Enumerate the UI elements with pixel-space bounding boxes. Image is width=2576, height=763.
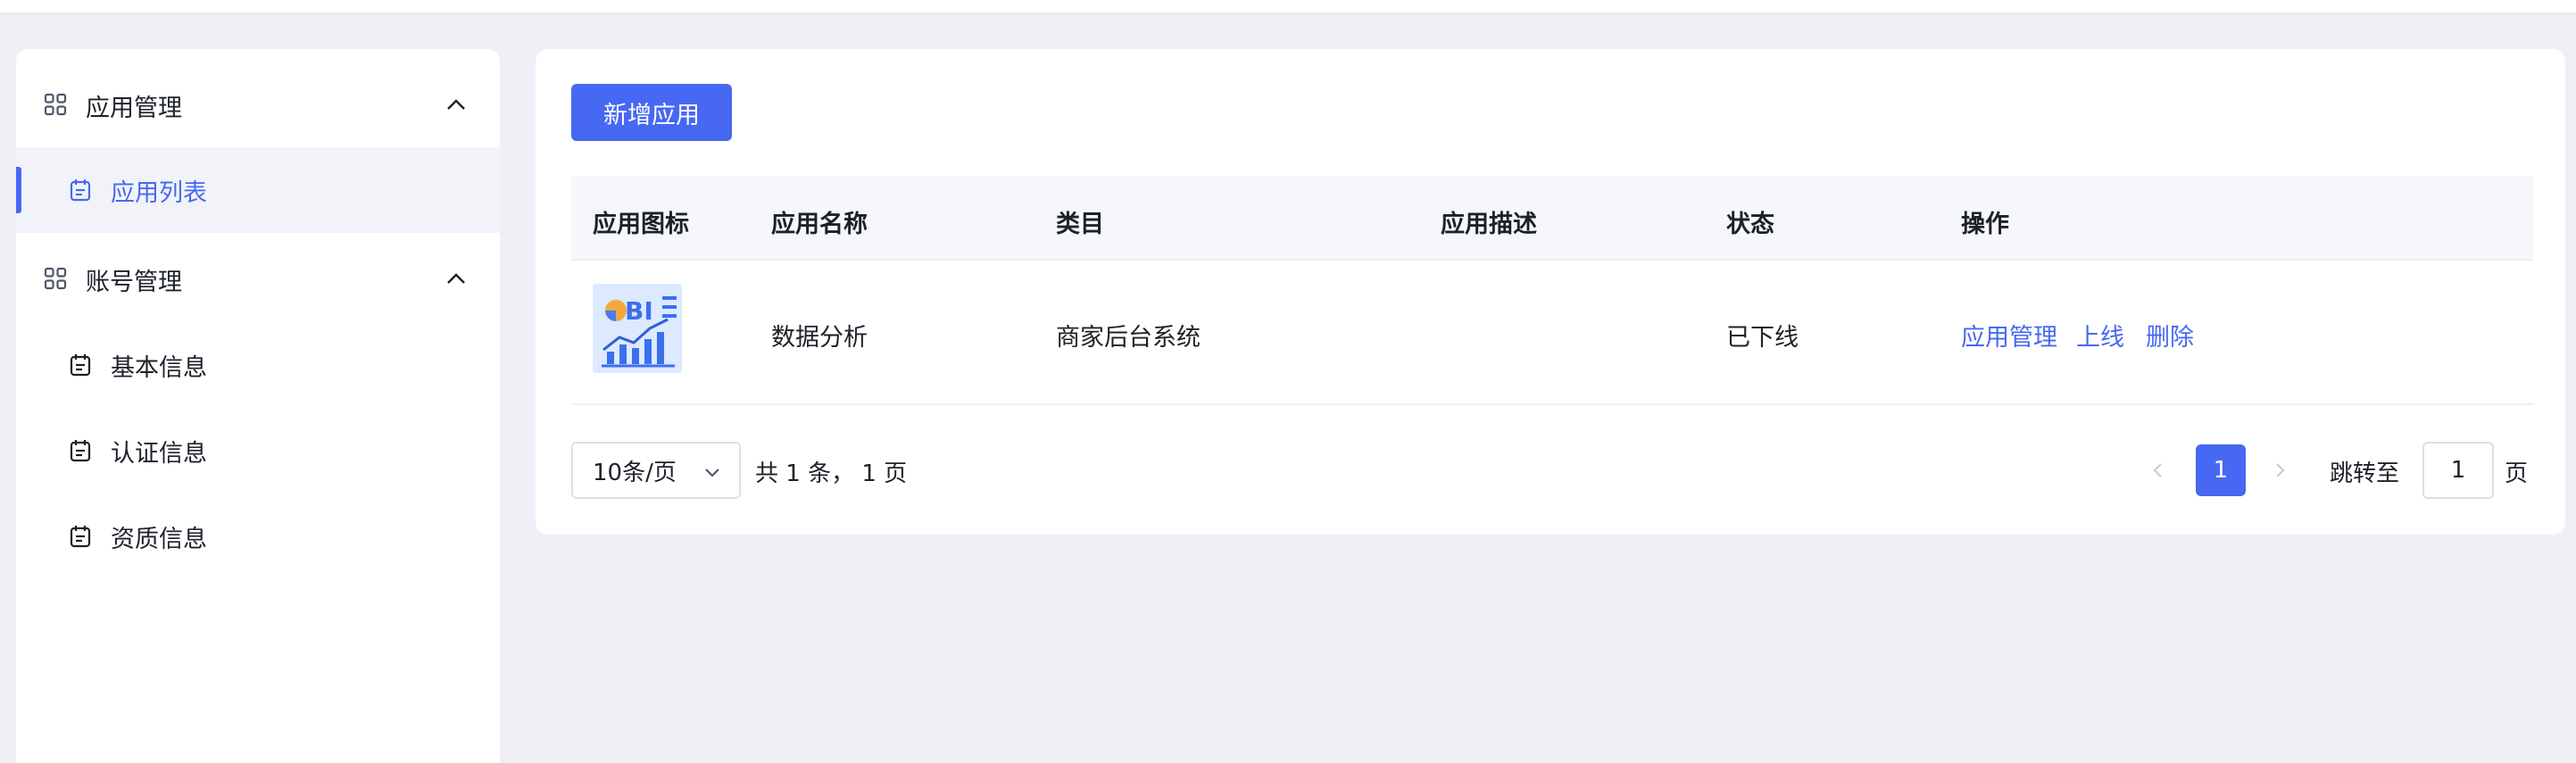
column-header-status: 状态 xyxy=(1726,211,1774,238)
page-size-value: 10条/页 xyxy=(593,459,677,486)
status-text: 已下线 xyxy=(1726,324,1799,352)
jump-to-page-input[interactable] xyxy=(2422,442,2494,499)
column-header-name: 应用名称 xyxy=(771,211,868,238)
active-indicator xyxy=(16,167,21,213)
delete-link[interactable]: 删除 xyxy=(2146,318,2194,352)
app-icon-label: BI xyxy=(625,296,653,326)
column-header-icon: 应用图标 xyxy=(593,211,689,238)
calendar-icon xyxy=(70,354,91,377)
sidebar-item-app-list[interactable]: 应用列表 xyxy=(16,147,500,233)
sidebar-group-label: 应用管理 xyxy=(86,94,182,122)
sidebar-item-label: 基本信息 xyxy=(111,353,207,382)
sidebar-item-label: 应用列表 xyxy=(111,178,207,207)
chevron-up-icon[interactable] xyxy=(445,268,468,291)
sidebar-item-qualification-info[interactable]: 资质信息 xyxy=(16,493,500,579)
sidebar-item-label: 资质信息 xyxy=(111,525,207,553)
app-list-card: 新增应用 应用图标 应用名称 类目 应用描述 状态 操作 BI 数据分析 商家后… xyxy=(536,49,2565,535)
app-name: 数据分析 xyxy=(771,324,868,352)
page-unit-label: 页 xyxy=(2505,460,2529,487)
top-header-bar xyxy=(0,0,2576,12)
column-header-actions: 操作 xyxy=(1961,211,2009,238)
calendar-icon xyxy=(70,526,91,548)
table-row: BI 数据分析 商家后台系统 已下线 应用管理 上线 删除 xyxy=(571,261,2533,405)
app-manage-link[interactable]: 应用管理 xyxy=(1961,318,2057,352)
table-header: 应用图标 应用名称 类目 应用描述 状态 操作 xyxy=(571,176,2533,261)
calendar-icon xyxy=(70,440,91,462)
grid-icon xyxy=(44,93,67,116)
sidebar: 应用管理 应用列表 账号管理 基本信息 认证信息 资质信息 xyxy=(16,49,500,763)
column-header-category: 类目 xyxy=(1056,211,1104,238)
calendar-icon xyxy=(70,179,91,202)
chevron-right-icon[interactable] xyxy=(2267,458,2292,483)
sidebar-group-account-management[interactable]: 账号管理 xyxy=(16,239,500,319)
go-online-link[interactable]: 上线 xyxy=(2076,318,2124,352)
grid-icon xyxy=(44,267,67,290)
add-app-button[interactable]: 新增应用 xyxy=(571,84,732,141)
bi-chart-icon: BI xyxy=(593,284,682,373)
sidebar-group-app-management[interactable]: 应用管理 xyxy=(16,65,500,145)
sidebar-group-label: 账号管理 xyxy=(86,268,182,296)
app-category: 商家后台系统 xyxy=(1056,324,1201,352)
sidebar-item-basic-info[interactable]: 基本信息 xyxy=(16,322,500,408)
chevron-down-icon xyxy=(705,469,719,477)
jump-to-label: 跳转至 xyxy=(2330,460,2400,487)
sidebar-item-verification-info[interactable]: 认证信息 xyxy=(16,408,500,493)
column-header-description: 应用描述 xyxy=(1441,211,1537,238)
sidebar-item-label: 认证信息 xyxy=(111,439,207,468)
chevron-left-icon[interactable] xyxy=(2146,458,2171,483)
page-number-button[interactable]: 1 xyxy=(2196,444,2246,496)
page-size-select[interactable]: 10条/页 xyxy=(571,442,741,499)
total-count: 共 1 条， 1 页 xyxy=(755,460,908,487)
chevron-up-icon[interactable] xyxy=(445,94,468,117)
